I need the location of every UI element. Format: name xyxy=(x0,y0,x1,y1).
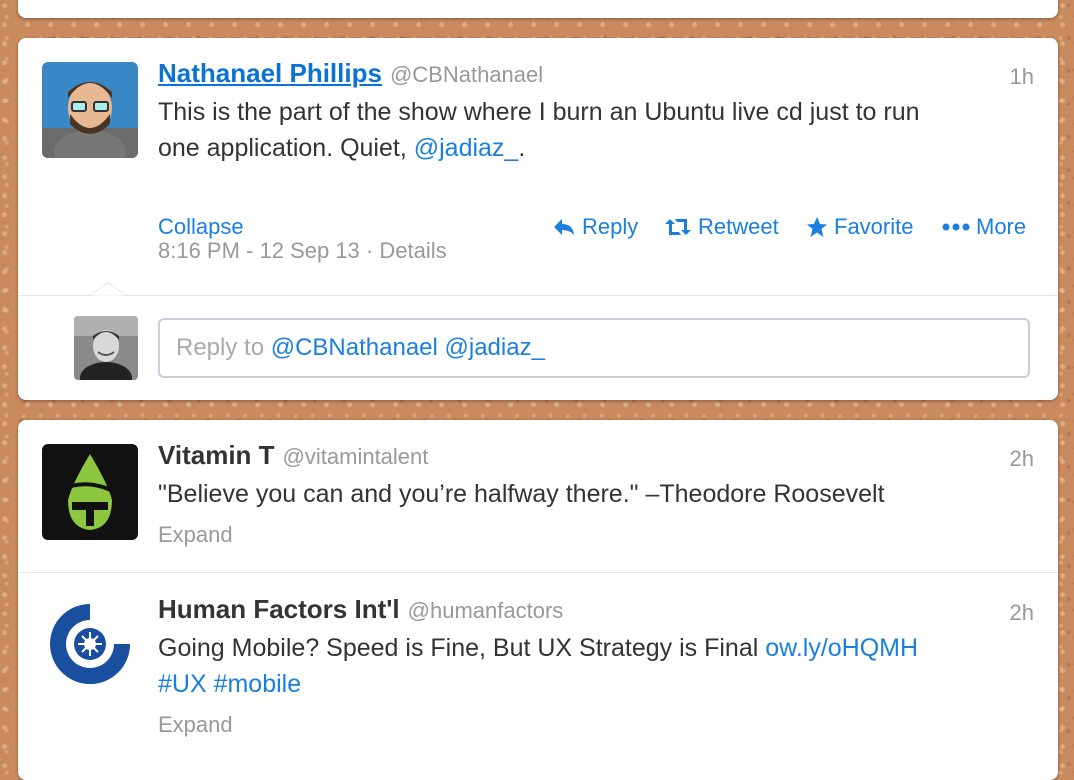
author-handle[interactable]: @CBNathanael xyxy=(390,62,543,87)
mention-link[interactable]: @jadiaz_ xyxy=(414,134,519,162)
reply-label: Reply xyxy=(582,214,639,239)
avatar-vitamint[interactable] xyxy=(42,444,138,540)
tweet-timestamp-row: 8:16 PM - 12 Sep 13 · Details xyxy=(158,238,447,263)
tweet-url-link[interactable]: ow.ly/oHQMH xyxy=(765,634,918,662)
retweet-button[interactable]: Retweet xyxy=(664,214,779,240)
author-name[interactable]: Vitamin T xyxy=(158,440,275,470)
tweet-time[interactable]: 1h xyxy=(1010,64,1034,90)
tweet-text: "Believe you can and you’re halfway ther… xyxy=(158,480,885,508)
more-button[interactable]: More xyxy=(942,214,1026,240)
tweet-text: This is the part of the show where I bur… xyxy=(158,94,920,166)
tweet-text-line2: one application. Quiet, xyxy=(158,134,414,162)
previous-tweet-card xyxy=(18,0,1058,18)
current-user-avatar xyxy=(74,316,138,380)
reply-divider xyxy=(18,295,1058,296)
reply-input[interactable]: Reply to @CBNathanael @jadiaz_ xyxy=(158,318,1030,378)
reply-mentions: @CBNathanael @jadiaz_ xyxy=(270,334,545,361)
retweet-icon xyxy=(665,219,691,235)
expand-link[interactable]: Expand xyxy=(158,522,233,548)
tweet-time[interactable]: 2h xyxy=(1010,446,1034,472)
collapse-link[interactable]: Collapse xyxy=(158,214,244,240)
avatar-nathanael[interactable] xyxy=(42,62,138,158)
author-name[interactable]: Human Factors Int'l xyxy=(158,594,400,624)
reply-icon xyxy=(554,219,574,235)
details-link[interactable]: Details xyxy=(379,238,446,263)
favorite-icon xyxy=(807,217,827,237)
favorite-label: Favorite xyxy=(834,214,914,239)
expanded-tweet-card: Nathanael Phillips @CBNathanael 1h This i… xyxy=(18,38,1058,400)
author-handle[interactable]: @vitamintalent xyxy=(283,444,429,469)
tweet-text-line1: This is the part of the show where I bur… xyxy=(158,98,920,126)
retweet-label: Retweet xyxy=(698,214,779,239)
favorite-button[interactable]: Favorite xyxy=(806,214,913,240)
tweet-divider xyxy=(18,572,1058,573)
author-handle[interactable]: @humanfactors xyxy=(408,598,564,623)
tweet-time[interactable]: 2h xyxy=(1010,600,1034,626)
tweet-text-period: . xyxy=(518,134,526,162)
author-name[interactable]: Nathanael Phillips xyxy=(158,58,382,88)
more-icon xyxy=(942,223,970,231)
avatar-humanfactors[interactable] xyxy=(42,596,138,692)
timeline-card: Vitamin T @vitamintalent 2h "Believe you … xyxy=(18,420,1058,780)
more-label: More xyxy=(976,214,1027,239)
divider-caret xyxy=(90,282,126,296)
expand-link[interactable]: Expand xyxy=(158,712,233,738)
reply-placeholder: Reply to xyxy=(176,334,271,361)
tweet-text: Going Mobile? Speed is Fine, But UX Stra… xyxy=(158,630,1038,702)
hashtag-links[interactable]: #UX #mobile xyxy=(158,670,301,698)
tweet-timestamp[interactable]: 8:16 PM - 12 Sep 13 xyxy=(158,238,360,263)
tweet-text-body: Going Mobile? Speed is Fine, But UX Stra… xyxy=(158,634,766,662)
reply-button[interactable]: Reply xyxy=(552,214,638,240)
